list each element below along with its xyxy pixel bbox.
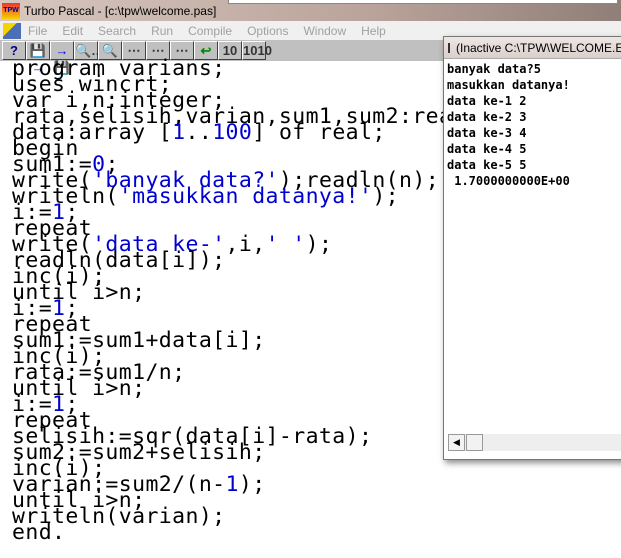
- scroll-thumb[interactable]: [466, 434, 483, 451]
- menu-run[interactable]: Run: [151, 24, 173, 38]
- menu-help[interactable]: Help: [361, 24, 386, 38]
- code-text: ] of real;: [252, 120, 386, 145]
- window-title: Turbo Pascal - [c:\tpw\welcome.pas]: [24, 3, 217, 18]
- arrow-left-icon: ◀: [453, 437, 460, 447]
- app-icon: TPW: [2, 2, 20, 19]
- make-icon: 1010: [243, 43, 272, 58]
- menu-file[interactable]: File: [28, 24, 47, 38]
- output-line: data ke-4 5: [447, 142, 527, 156]
- output-window-title-bar[interactable]: (Inactive C:\TPW\WELCOME.EXE): [444, 37, 621, 59]
- code-text: );: [372, 184, 400, 209]
- scroll-left-button[interactable]: ◀: [448, 434, 465, 451]
- code-text: );: [238, 472, 266, 497]
- menu-compile[interactable]: Compile: [188, 24, 232, 38]
- window-icon: [448, 42, 450, 53]
- output-line: data ke-1 2: [447, 94, 527, 108]
- background-window: [228, 0, 618, 4]
- string-literal: 'masukkan datanya!': [118, 184, 373, 209]
- output-line: 1.7000000000E+00: [447, 174, 570, 188]
- code-text: end.: [12, 520, 66, 545]
- output-line: banyak data?5: [447, 62, 541, 76]
- menu-options[interactable]: Options: [247, 24, 288, 38]
- output-line: masukkan datanya!: [447, 78, 570, 92]
- code-text: );: [305, 232, 333, 257]
- make-button[interactable]: 1010: [242, 41, 272, 60]
- horizontal-scrollbar[interactable]: ◀: [448, 434, 621, 451]
- code-line: until i>n;: [12, 282, 479, 304]
- output-line: data ke-5 5: [447, 158, 527, 172]
- output-window[interactable]: (Inactive C:\TPW\WELCOME.EXE) banyak dat…: [443, 36, 621, 460]
- code-text: ,i,: [225, 232, 266, 257]
- number-literal: 1: [172, 120, 186, 145]
- output-text: banyak data?5 masukkan datanya! data ke-1 …: [447, 61, 570, 189]
- code-line: until i>n;: [12, 378, 479, 400]
- code-text: ..: [185, 120, 213, 145]
- menu-edit[interactable]: Edit: [62, 24, 83, 38]
- number-literal: 100: [212, 120, 253, 145]
- number-literal: 1: [225, 472, 239, 497]
- menu-window[interactable]: Window: [303, 24, 346, 38]
- output-line: data ke-3 4: [447, 126, 527, 140]
- output-window-title: (Inactive C:\TPW\WELCOME.EXE): [456, 40, 621, 55]
- output-line: data ke-2 3: [447, 110, 527, 124]
- system-menu-icon[interactable]: [3, 22, 21, 39]
- code-editor[interactable]: program varians; uses wincrt; var i,n:inte…: [12, 58, 479, 544]
- menu-search[interactable]: Search: [98, 24, 136, 38]
- code-line: writeln(varian);: [12, 506, 479, 528]
- string-literal: ' ': [265, 232, 306, 257]
